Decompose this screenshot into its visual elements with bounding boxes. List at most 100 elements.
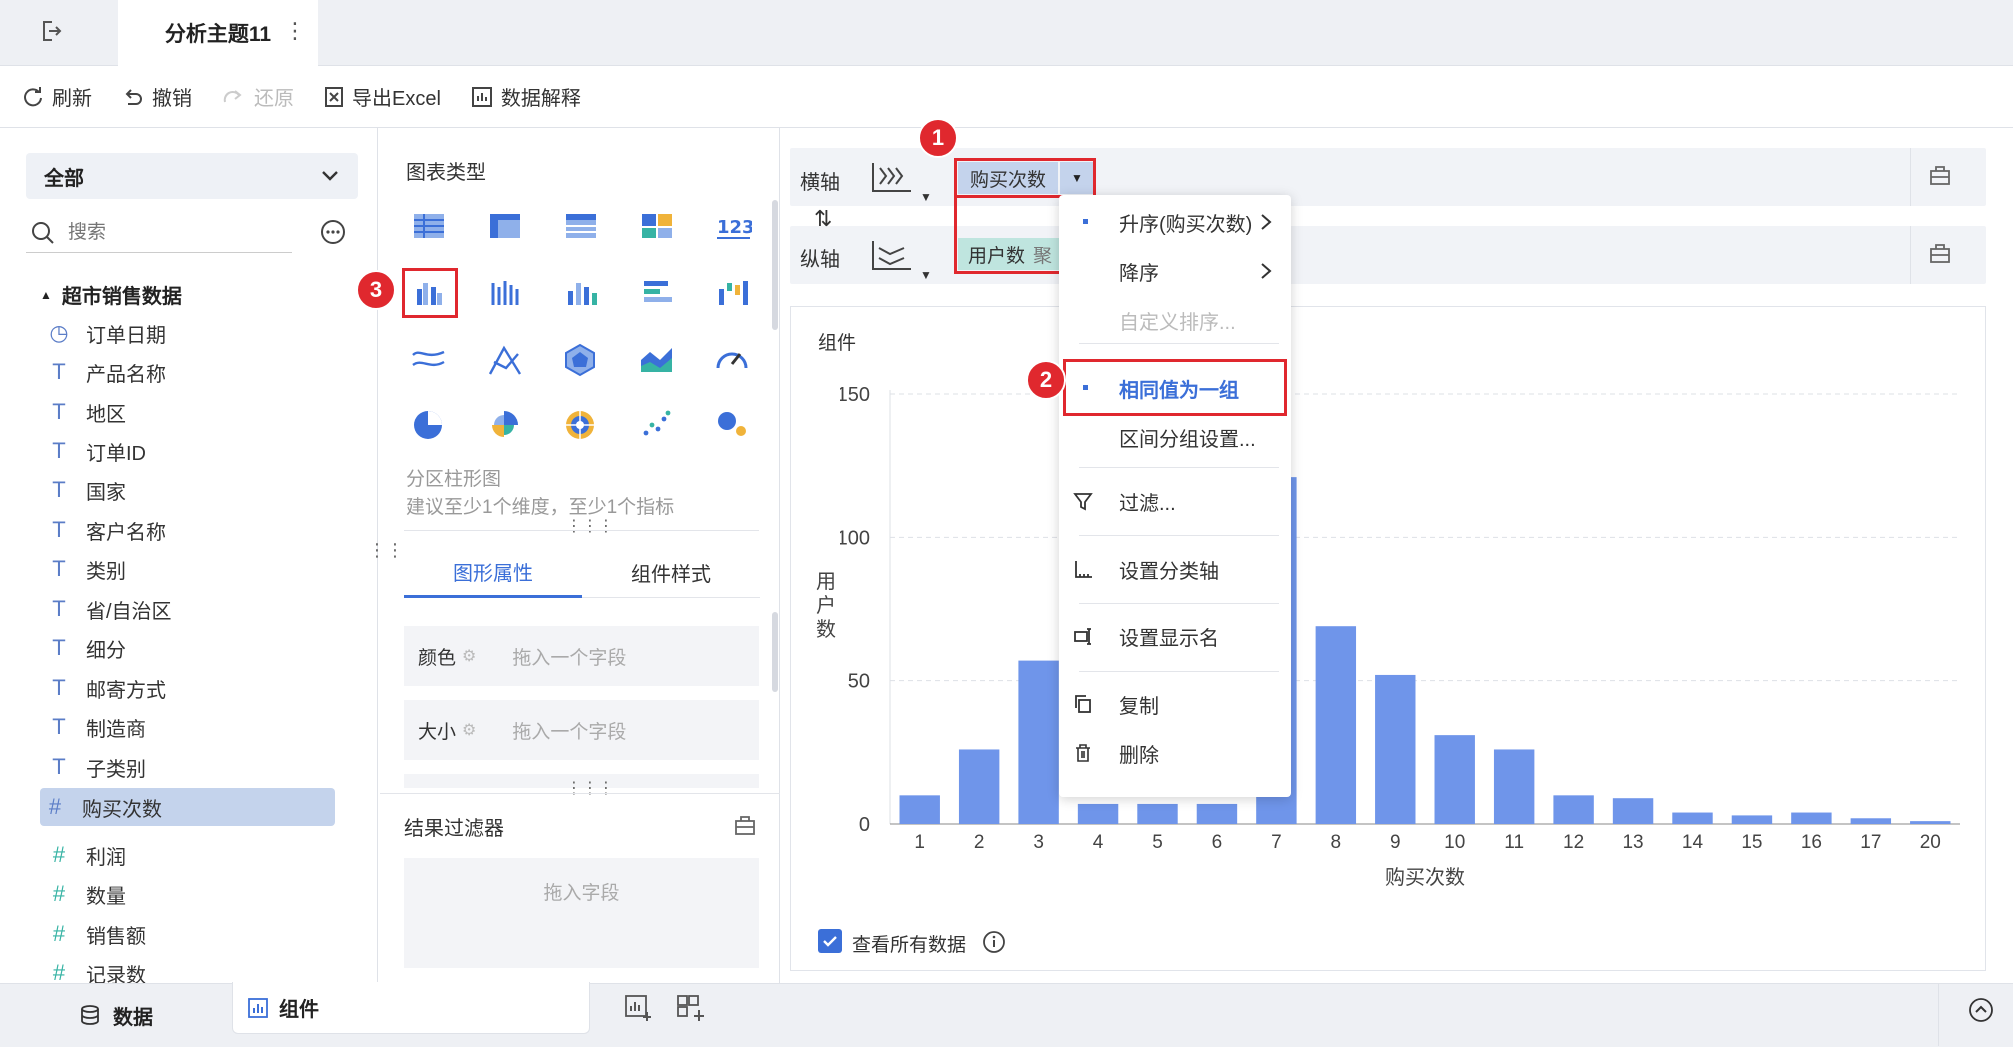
- search-input[interactable]: [26, 213, 292, 253]
- scrollbar[interactable]: [772, 612, 778, 692]
- data-explain-button[interactable]: 数据解释: [471, 82, 581, 111]
- view-all-checkbox[interactable]: [818, 929, 842, 953]
- field-item[interactable]: T 客户名称: [44, 511, 334, 549]
- rose-chart-icon[interactable]: [484, 405, 524, 445]
- more-vertical-icon[interactable]: ⋮: [284, 18, 306, 44]
- waterfall-icon[interactable]: [712, 273, 752, 313]
- field-item[interactable]: # 利润: [44, 836, 334, 874]
- bar[interactable]: [1553, 795, 1594, 824]
- dataset-select[interactable]: 全部: [26, 153, 358, 199]
- info-icon[interactable]: [982, 930, 1006, 959]
- bar[interactable]: [1077, 803, 1119, 824]
- dataset-group[interactable]: ▲ 超市销售数据: [40, 280, 182, 309]
- menu-delete[interactable]: 删除: [1059, 731, 1291, 775]
- field-item[interactable]: T 制造商: [44, 708, 334, 746]
- size-prop-row[interactable]: 大小 ⚙ 拖入一个字段: [404, 700, 759, 760]
- bottom-tab-component[interactable]: 组件: [232, 982, 590, 1034]
- bar-horizontal-icon[interactable]: [636, 273, 676, 313]
- divider-handle-icon[interactable]: ⋮⋮⋮: [566, 778, 614, 798]
- field-item[interactable]: ◷ 订单日期: [44, 314, 334, 352]
- toolbox-icon[interactable]: [733, 814, 757, 841]
- menu-set-category-axis[interactable]: 设置分类轴: [1059, 547, 1291, 591]
- caret-down-icon[interactable]: ▼: [920, 190, 932, 204]
- field-item[interactable]: T 邮寄方式: [44, 669, 334, 707]
- menu-filter[interactable]: 过滤...: [1059, 479, 1291, 523]
- bar[interactable]: [1018, 660, 1059, 824]
- menu-sort-desc[interactable]: 降序: [1059, 249, 1291, 293]
- menu-copy[interactable]: 复制: [1059, 682, 1291, 726]
- x-axis-type-icon[interactable]: [870, 160, 914, 201]
- result-filter-drop[interactable]: 拖入字段: [404, 858, 759, 968]
- bubble-icon[interactable]: [712, 405, 752, 445]
- field-item[interactable]: T 类别: [44, 550, 334, 588]
- kpi-icon[interactable]: 123: [712, 206, 752, 246]
- menu-sort-asc[interactable]: 升序(购买次数): [1059, 200, 1291, 244]
- pie-chart-icon[interactable]: [408, 405, 448, 445]
- field-item[interactable]: T 订单ID: [44, 432, 334, 470]
- bar-chart-icon[interactable]: [560, 273, 600, 313]
- bar[interactable]: [899, 795, 940, 824]
- gauge-icon[interactable]: [712, 340, 752, 380]
- refresh-button[interactable]: 刷新: [22, 82, 92, 111]
- add-dashboard-icon[interactable]: [676, 994, 704, 1027]
- exit-icon[interactable]: [38, 18, 64, 49]
- toolbox-icon[interactable]: [1928, 242, 1952, 269]
- bar[interactable]: [1612, 798, 1654, 824]
- bar[interactable]: [1731, 815, 1773, 824]
- field-item[interactable]: T 子类别: [44, 748, 334, 786]
- field-item[interactable]: # 数量: [44, 875, 334, 913]
- field-item[interactable]: T 细分: [44, 629, 334, 667]
- area-chart-icon[interactable]: [636, 340, 676, 380]
- field-item[interactable]: T 地区: [44, 393, 334, 431]
- detail-table-icon[interactable]: [560, 206, 600, 246]
- tab-graph-props[interactable]: 图形属性: [404, 548, 582, 598]
- radar-line-icon[interactable]: [484, 340, 524, 380]
- divider-handle-icon[interactable]: ⋮⋮⋮: [566, 516, 614, 536]
- gear-icon[interactable]: ⚙: [462, 646, 476, 666]
- scatter-icon[interactable]: [636, 405, 676, 445]
- menu-set-display-name[interactable]: 设置显示名: [1059, 614, 1291, 658]
- polygon-icon[interactable]: [560, 340, 600, 380]
- undo-button[interactable]: 撤销: [122, 82, 192, 111]
- bar[interactable]: [1493, 749, 1535, 824]
- bottom-tab-data[interactable]: 数据: [0, 984, 232, 1046]
- bar[interactable]: [958, 749, 1000, 824]
- bar[interactable]: [1672, 812, 1713, 824]
- bar[interactable]: [1850, 818, 1892, 824]
- field-item[interactable]: T 产品名称: [44, 353, 334, 391]
- add-chart-icon[interactable]: [624, 994, 652, 1027]
- bar[interactable]: [1434, 735, 1475, 824]
- menu-separator: [1079, 467, 1279, 468]
- field-item[interactable]: # 销售额: [44, 915, 334, 953]
- bar[interactable]: [1315, 626, 1357, 824]
- redo-button[interactable]: 还原: [222, 82, 294, 111]
- sunburst-icon[interactable]: [560, 405, 600, 445]
- bar[interactable]: [1137, 803, 1178, 824]
- field-item[interactable]: T 国家: [44, 471, 334, 509]
- field-item[interactable]: T 省/自治区: [44, 590, 334, 628]
- chart-explain-icon: [471, 86, 492, 107]
- bar[interactable]: [1196, 803, 1238, 824]
- gear-icon[interactable]: ⚙: [462, 720, 476, 740]
- menu-range-group[interactable]: 区间分组设置...: [1059, 415, 1291, 459]
- bar[interactable]: [1791, 812, 1832, 824]
- cross-table-icon[interactable]: [484, 206, 524, 246]
- toolbox-icon[interactable]: [1928, 164, 1952, 191]
- multi-bar-icon[interactable]: [484, 273, 524, 313]
- bar[interactable]: [1910, 821, 1951, 824]
- table-icon[interactable]: [408, 206, 448, 246]
- scrollbar[interactable]: [772, 200, 778, 330]
- color-prop-row[interactable]: 颜色 ⚙ 拖入一个字段: [404, 626, 759, 686]
- more-options-icon[interactable]: [320, 219, 346, 250]
- tab-component-style[interactable]: 组件样式: [582, 548, 760, 598]
- export-excel-button[interactable]: 导出Excel: [324, 82, 441, 111]
- chevron-up-circle-icon[interactable]: [1968, 997, 1994, 1028]
- treemap-icon[interactable]: [636, 206, 676, 246]
- swap-axes-icon[interactable]: ⇅: [814, 206, 832, 232]
- field-item[interactable]: # 购买次数: [40, 788, 335, 826]
- y-axis-type-icon[interactable]: [870, 238, 914, 279]
- x-tick-label: 2: [974, 832, 985, 853]
- line-chart-icon[interactable]: [408, 340, 448, 380]
- bar[interactable]: [1375, 674, 1416, 824]
- caret-down-icon[interactable]: ▼: [920, 268, 932, 282]
